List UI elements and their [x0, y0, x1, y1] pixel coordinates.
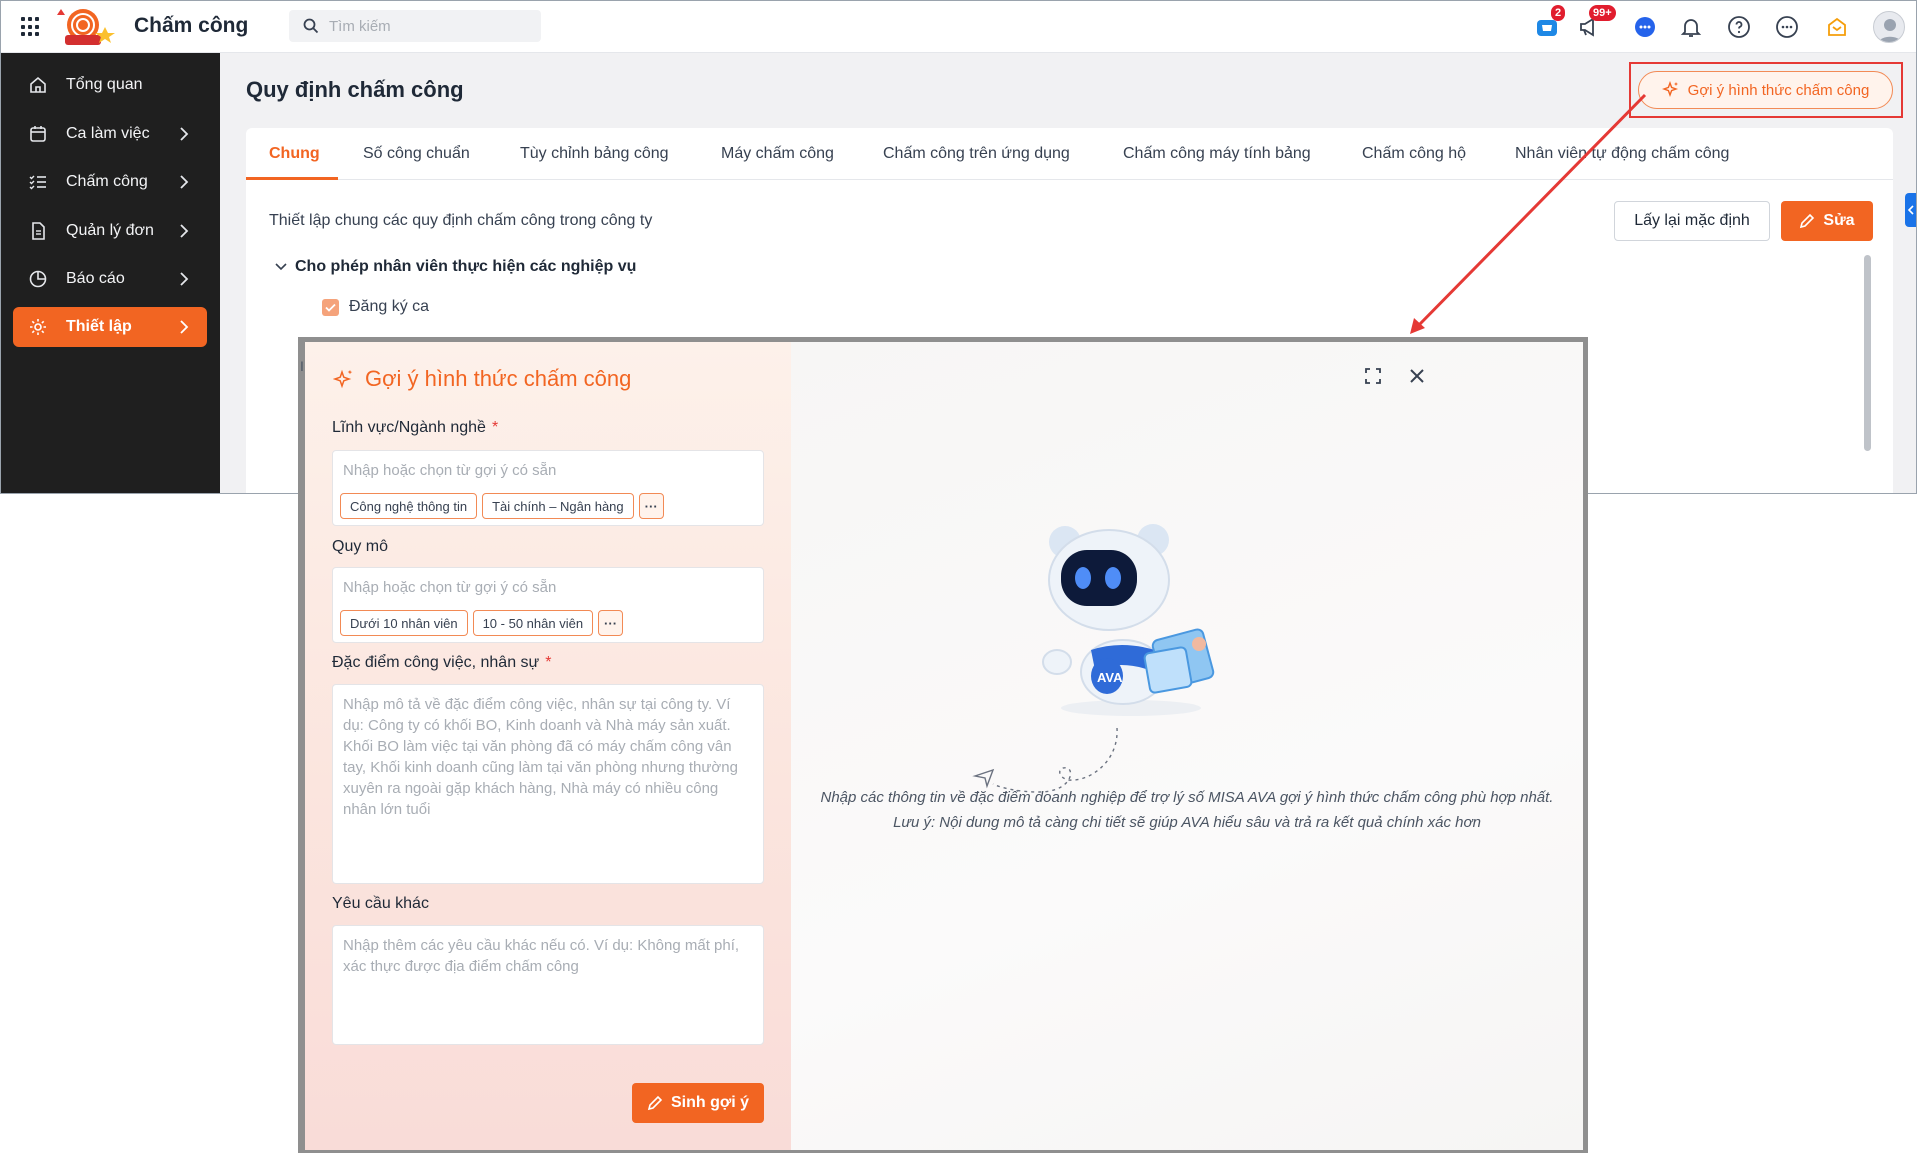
work-textarea[interactable]: Nhập mô tả về đặc điểm công việc, nhân s… — [332, 684, 764, 884]
robot-illustration: AVA — [1042, 524, 1215, 716]
more-chips-button[interactable]: ··· — [598, 610, 624, 636]
industry-chips: Công nghệ thông tin Tài chính – Ngân hàn… — [340, 493, 664, 519]
scale-label: Quy mô — [332, 538, 389, 555]
chip-industry-finance[interactable]: Tài chính – Ngân hàng — [482, 493, 634, 519]
sparkle-icon — [333, 369, 353, 389]
scale-chips: Dưới 10 nhân viên 10 - 50 nhân viên ··· — [340, 610, 624, 636]
suggest-dialog: Gợi ý hình thức chấm công Lĩnh vực/Ngành… — [305, 342, 1583, 1150]
generate-button[interactable]: Sinh gợi ý — [632, 1083, 764, 1123]
required-mark: * — [545, 654, 552, 671]
industry-label-text: Lĩnh vực/Ngành nghề — [332, 419, 486, 436]
other-placeholder: Nhập thêm các yêu cầu khác nếu có. Ví dụ… — [343, 937, 740, 975]
hint-text: Nhập các thông tin về đặc điểm doanh ngh… — [820, 789, 1554, 831]
work-label-text: Đặc điểm công việc, nhân sự — [332, 654, 540, 671]
industry-input[interactable]: Nhập hoặc chọn từ gợi ý có sẵn Công nghệ… — [332, 450, 764, 526]
obscured-text-fragment: I — [300, 358, 304, 374]
industry-label: Lĩnh vực/Ngành nghề * — [332, 419, 498, 437]
dialog-form-panel: Gợi ý hình thức chấm công Lĩnh vực/Ngành… — [305, 342, 791, 1150]
dialog-title: Gợi ý hình thức chấm công — [333, 366, 631, 392]
paper-plane-decoration — [972, 727, 1118, 793]
generate-button-label: Sinh gợi ý — [670, 1094, 750, 1111]
work-placeholder: Nhập mô tả về đặc điểm công việc, nhân s… — [343, 696, 738, 818]
pencil-icon — [647, 1095, 663, 1111]
required-mark: * — [491, 419, 499, 436]
chip-industry-it[interactable]: Công nghệ thông tin — [340, 493, 478, 519]
other-textarea[interactable]: Nhập thêm các yêu cầu khác nếu có. Ví dụ… — [332, 925, 764, 1045]
dialog-info-panel: AVA Nhập các thông tin về đặc điểm doanh… — [791, 342, 1583, 1150]
scale-placeholder: Nhập hoặc chọn từ gợi ý có sẵn — [343, 579, 557, 596]
robot-chest-label: AVA — [1097, 670, 1123, 685]
more-chips-button[interactable]: ··· — [638, 493, 664, 519]
dialog-title-text: Gợi ý hình thức chấm công — [365, 366, 632, 391]
other-label: Yêu cầu khác — [332, 895, 429, 912]
work-label: Đặc điểm công việc, nhân sự * — [332, 654, 552, 672]
chip-scale-under-10[interactable]: Dưới 10 nhân viên — [340, 610, 468, 636]
industry-placeholder: Nhập hoặc chọn từ gợi ý có sẵn — [343, 462, 557, 479]
scale-input[interactable]: Nhập hoặc chọn từ gợi ý có sẵn Dưới 10 n… — [332, 567, 764, 643]
chip-scale-10-50[interactable]: 10 - 50 nhân viên — [472, 610, 594, 636]
close-icon[interactable] — [1405, 364, 1429, 388]
fullscreen-icon[interactable] — [1361, 364, 1385, 388]
